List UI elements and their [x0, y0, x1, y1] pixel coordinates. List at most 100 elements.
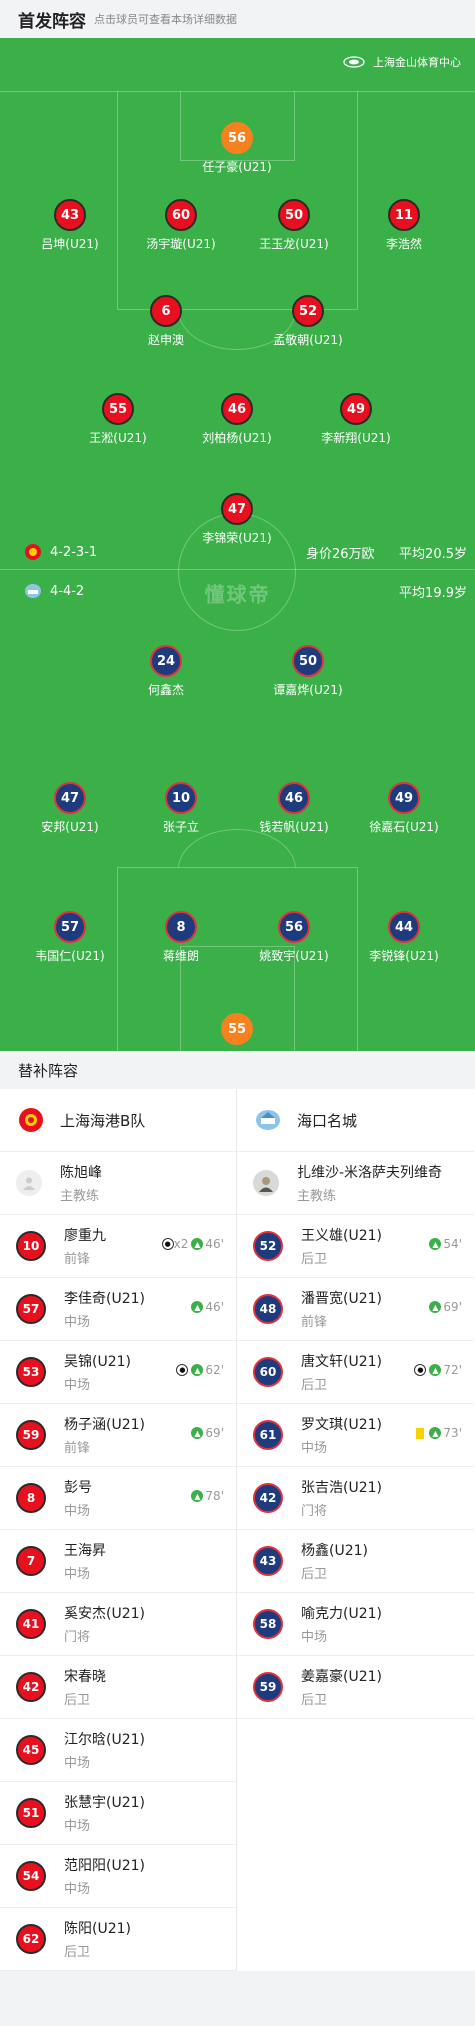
bench-events: ▲ 78'	[188, 1489, 224, 1503]
player-number: 24	[150, 645, 182, 677]
home-player-8[interactable]: 46 刘柏杨(U21)	[177, 393, 297, 446]
home-player-6[interactable]: 52 孟敬朝(U21)	[248, 295, 368, 348]
bench-events: ▲ 54'	[426, 1237, 462, 1251]
player-number: 46	[221, 393, 253, 425]
away-player-5[interactable]: 49 徐嘉石(U21)	[344, 782, 464, 835]
home-bench-row[interactable]: 10 廖重九 前锋 ● x2 ▲ 46'	[0, 1215, 236, 1278]
player-number: 52	[292, 295, 324, 327]
home-bench-row[interactable]: 45 江尔晗(U21) 中场	[0, 1719, 236, 1782]
away-bench-row[interactable]: 60 唐文轩(U21) 后卫 ● ▲ 72'	[237, 1341, 474, 1404]
away-player-0[interactable]: 24 何鑫杰	[106, 645, 226, 698]
home-coach-role: 主教练	[60, 1189, 100, 1204]
bench-number: 45	[16, 1735, 46, 1765]
home-player-10[interactable]: 47 李锦荣(U21)	[177, 493, 297, 546]
bench-events: ● ▲ 72'	[414, 1363, 462, 1377]
bench-player-name: 吴锦(U21)	[64, 1354, 131, 1370]
bench-events: ▲ 69'	[188, 1426, 224, 1440]
bench-player-position: 后卫	[301, 1567, 328, 1582]
away-player-6[interactable]: 57 韦国仁(U21)	[10, 911, 130, 964]
away-bench-row[interactable]: 58 喻克力(U21) 中场	[237, 1593, 474, 1656]
bench-number: 43	[253, 1546, 283, 1576]
venue: 上海金山体育中心	[343, 54, 461, 70]
bench-number: 41	[16, 1609, 46, 1639]
away-team-row: 4-4-2	[24, 582, 84, 600]
bench-number: 51	[16, 1798, 46, 1828]
home-player-7[interactable]: 55 王淞(U21)	[58, 393, 178, 446]
sub-in-icon: ▲	[191, 1238, 204, 1250]
home-bench-row[interactable]: 51 张慧宇(U21) 中场	[0, 1782, 236, 1845]
player-name: 赵申澳	[147, 333, 184, 347]
bench-events: ● ▲ 62'	[176, 1363, 224, 1377]
away-bench-row[interactable]: 48 潘晋宽(U21) 前锋 ▲ 69'	[237, 1278, 474, 1341]
coach-avatar-icon	[253, 1170, 279, 1196]
away-player-7[interactable]: 8 蒋维朗	[121, 911, 241, 964]
home-player-2[interactable]: 60 汤宇璇(U21)	[121, 199, 241, 252]
player-name: 李浩然	[385, 237, 422, 251]
home-bench-row[interactable]: 7 王海昇 中场	[0, 1530, 236, 1593]
bench-player-position: 门将	[64, 1630, 91, 1645]
bench-player-position: 中场	[64, 1378, 91, 1393]
away-bench-row[interactable]: 59 姜嘉豪(U21) 后卫	[237, 1656, 474, 1719]
away-player-1[interactable]: 50 谭嘉烨(U21)	[248, 645, 368, 698]
away-player-9[interactable]: 44 李锐锋(U21)	[344, 911, 464, 964]
player-number: 50	[278, 199, 310, 231]
away-player-2[interactable]: 47 安邦(U21)	[10, 782, 130, 835]
away-bench-row[interactable]: 61 罗文琪(U21) 中场 ▲ 73'	[237, 1404, 474, 1467]
home-bench-team[interactable]: 上海海港B队	[0, 1089, 236, 1152]
bench-number: 61	[253, 1420, 283, 1450]
player-number: 8	[165, 911, 197, 943]
home-bench-list: 10 廖重九 前锋 ● x2 ▲ 46' 57 李佳奇(U21) 中场 ▲ 46' 53 吴锦(U21) 中…	[0, 1215, 236, 1971]
away-bench-row[interactable]: 52 王义雄(U21) 后卫 ▲ 54'	[237, 1215, 474, 1278]
bench-player-name: 杨鑫(U21)	[301, 1543, 368, 1559]
home-bench-row[interactable]: 57 李佳奇(U21) 中场 ▲ 46'	[0, 1278, 236, 1341]
sub-in-minute: 62'	[205, 1363, 224, 1377]
home-bench-row[interactable]: 59 杨子涵(U21) 前锋 ▲ 69'	[0, 1404, 236, 1467]
player-number: 55	[102, 393, 134, 425]
bench-events: ▲ 46'	[188, 1300, 224, 1314]
sub-in-minute: 46'	[205, 1300, 224, 1314]
away-player-8[interactable]: 56 姚致宇(U21)	[234, 911, 354, 964]
bench-player-position: 后卫	[301, 1252, 328, 1267]
bench-player-name: 唐文轩(U21)	[301, 1354, 382, 1370]
away-player-4[interactable]: 46 钱若帆(U21)	[234, 782, 354, 835]
away-bench-row[interactable]: 43 杨鑫(U21) 后卫	[237, 1530, 474, 1593]
bench-player-name: 喻克力(U21)	[301, 1606, 382, 1622]
away-bench-team[interactable]: 海口名城	[237, 1089, 474, 1152]
home-player-5[interactable]: 6 赵申澳	[106, 295, 226, 348]
away-player-10[interactable]: 55 陈曦(U21)	[177, 1013, 297, 1051]
away-coach-row[interactable]: 扎维沙-米洛萨夫列维奇 主教练	[237, 1152, 474, 1215]
bench-events: ● x2 ▲ 46'	[161, 1237, 224, 1251]
home-bench-row[interactable]: 8 彭号 中场 ▲ 78'	[0, 1467, 236, 1530]
bench-player-position: 中场	[64, 1504, 91, 1519]
away-bench-row[interactable]: 42 张吉浩(U21) 门将	[237, 1467, 474, 1530]
home-player-0[interactable]: 56 任子豪(U21)	[177, 122, 297, 175]
home-coach-row[interactable]: 陈旭峰 主教练	[0, 1152, 236, 1215]
bench-player-position: 后卫	[64, 1693, 91, 1708]
lineup-title: 首发阵容	[18, 11, 86, 32]
home-bench-row[interactable]: 42 宋春晓 后卫	[0, 1656, 236, 1719]
watermark: 懂球帝	[204, 582, 271, 607]
player-number: 49	[340, 393, 372, 425]
home-team-name: 上海海港B队	[60, 1111, 146, 1130]
haikou-logo-icon	[25, 584, 41, 598]
home-player-4[interactable]: 11 李浩然	[344, 199, 464, 252]
pitch: 懂球帝 上海金山体育中心 4-2-3-1 身价26万欧 平均20.5岁 4-4-…	[0, 38, 475, 1051]
bench-player-position: 后卫	[301, 1693, 328, 1708]
home-bench-row[interactable]: 41 奚安杰(U21) 门将	[0, 1593, 236, 1656]
away-bench-list: 52 王义雄(U21) 后卫 ▲ 54' 48 潘晋宽(U21) 前锋 ▲ 69' 60 唐文轩(U2…	[237, 1215, 474, 1719]
home-bench-row[interactable]: 54 范阳阳(U21) 中场	[0, 1845, 236, 1908]
away-player-3[interactable]: 10 张子立	[121, 782, 241, 835]
home-bench-row[interactable]: 62 陈阳(U21) 后卫	[0, 1908, 236, 1971]
bench-number: 58	[253, 1609, 283, 1639]
home-player-3[interactable]: 50 王玉龙(U21)	[234, 199, 354, 252]
bench-player-position: 中场	[301, 1630, 328, 1645]
bench-table: 上海海港B队 陈旭峰 主教练 10 廖重九 前锋 ● x2 ▲ 46' 57 李佳奇(U21) 中…	[0, 1089, 475, 1971]
bench-events: ▲ 69'	[426, 1300, 462, 1314]
bench-player-name: 潘晋宽(U21)	[301, 1291, 382, 1307]
sub-in-icon: ▲	[429, 1301, 442, 1313]
bench-number: 54	[16, 1861, 46, 1891]
home-player-1[interactable]: 43 吕坤(U21)	[10, 199, 130, 252]
bench-number: 57	[16, 1294, 46, 1324]
home-bench-row[interactable]: 53 吴锦(U21) 中场 ● ▲ 62'	[0, 1341, 236, 1404]
home-player-9[interactable]: 49 李新翔(U21)	[296, 393, 416, 446]
